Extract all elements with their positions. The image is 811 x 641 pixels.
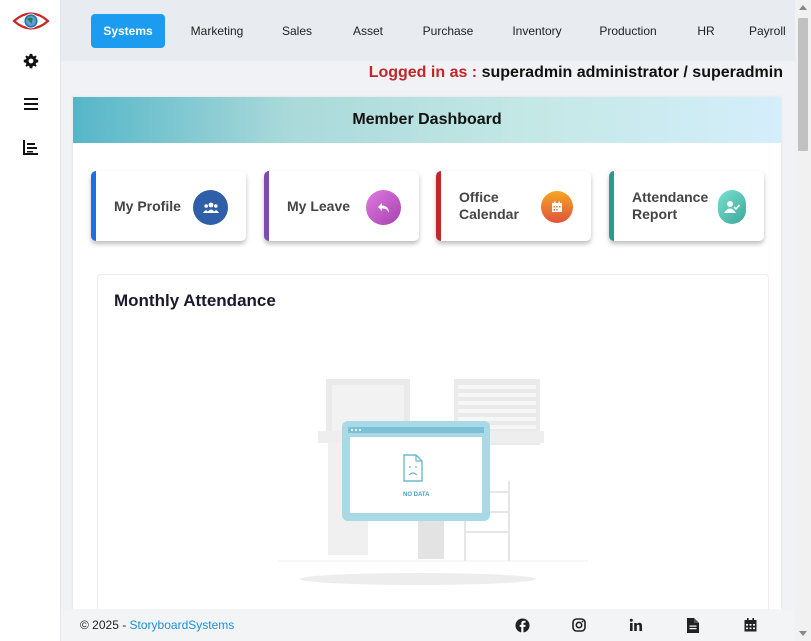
menu-nav-item[interactable] <box>0 94 61 114</box>
dashboard-card: Member Dashboard My Profile My Leave Off… <box>73 97 781 627</box>
logged-in-label: Logged in as : <box>368 64 478 81</box>
vertical-scrollbar[interactable] <box>795 0 811 641</box>
instagram-icon[interactable] <box>571 617 587 633</box>
menu-icon <box>23 98 38 110</box>
logged-in-user: superadmin administrator / superadmin <box>481 64 783 81</box>
attendance-report-label: Attendance Report <box>632 189 709 222</box>
tab-marketing[interactable]: Marketing <box>181 14 253 48</box>
calendar-icon <box>541 191 573 223</box>
tab-hr[interactable]: HR <box>691 14 721 48</box>
facebook-icon[interactable] <box>514 617 530 633</box>
calendar-icon[interactable] <box>742 617 758 633</box>
users-icon <box>193 190 228 225</box>
card-accent-bar <box>609 171 614 241</box>
copyright-text: © 2025 - <box>80 618 130 632</box>
monthly-attendance-title: Monthly Attendance <box>114 291 276 310</box>
scroll-thumb[interactable] <box>798 18 808 151</box>
card-accent-bar <box>436 171 441 241</box>
sidebar <box>0 0 61 641</box>
office-calendar-card[interactable]: Office Calendar <box>436 171 591 241</box>
app-logo[interactable] <box>0 8 61 34</box>
no-data-illustration: NO DATA <box>278 365 588 590</box>
scroll-up-arrow-icon[interactable] <box>799 5 807 10</box>
monthly-attendance-panel: Monthly Attendance NO DATA <box>97 274 769 627</box>
eye-logo-icon <box>11 12 50 30</box>
attendance-report-card[interactable]: Attendance Report <box>609 171 764 241</box>
my-profile-card[interactable]: My Profile <box>91 171 246 241</box>
tab-production[interactable]: Production <box>593 14 663 48</box>
card-accent-bar <box>91 171 96 241</box>
my-leave-card[interactable]: My Leave <box>264 171 419 241</box>
footer: © 2025 - StoryboardSystems <box>61 609 795 641</box>
tab-purchase[interactable]: Purchase <box>415 14 481 48</box>
tab-systems[interactable]: Systems <box>91 14 165 48</box>
reports-nav-item[interactable] <box>0 137 61 157</box>
tab-asset[interactable]: Asset <box>346 14 390 48</box>
card-accent-bar <box>264 171 269 241</box>
gear-icon <box>23 53 38 69</box>
no-data-text: NO DATA <box>403 492 430 498</box>
tab-sales[interactable]: Sales <box>275 14 319 48</box>
bar-chart-icon <box>22 140 38 155</box>
copyright: © 2025 - StoryboardSystems <box>80 618 234 632</box>
logged-in-status: Logged in as : superadmin administrator … <box>369 64 783 82</box>
main-area: Systems Marketing Sales Asset Purchase I… <box>61 0 795 641</box>
tab-payroll[interactable]: Payroll <box>749 14 795 48</box>
dashboard-title: Member Dashboard <box>73 97 781 143</box>
top-nav: Systems Marketing Sales Asset Purchase I… <box>61 0 795 61</box>
settings-nav-item[interactable] <box>0 51 61 71</box>
brand-link[interactable]: StoryboardSystems <box>130 618 235 632</box>
scroll-down-arrow-icon[interactable] <box>799 631 807 636</box>
user-check-icon <box>718 190 746 224</box>
my-leave-label: My Leave <box>287 197 351 214</box>
linkedin-icon[interactable] <box>628 617 644 633</box>
document-icon[interactable] <box>685 617 701 633</box>
office-calendar-label: Office Calendar <box>459 189 519 222</box>
reply-arrow-icon <box>366 190 401 225</box>
my-profile-label: My Profile <box>114 197 181 214</box>
tab-inventory[interactable]: Inventory <box>504 14 570 48</box>
